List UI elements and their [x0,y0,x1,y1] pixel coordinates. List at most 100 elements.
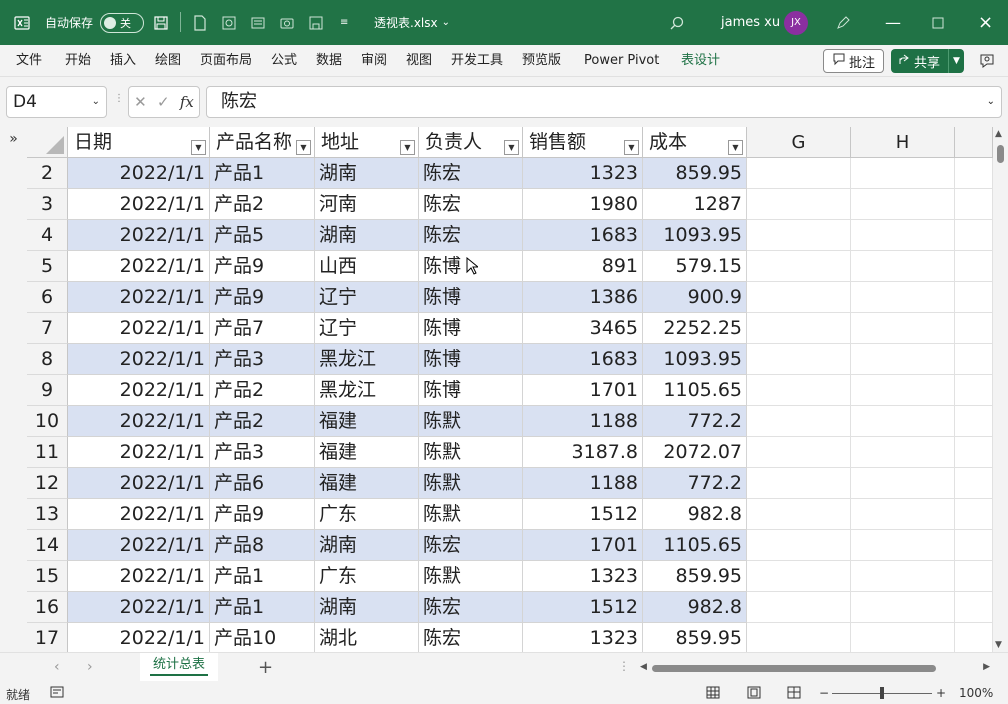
scroll-up-icon[interactable]: ▲ [995,129,1002,139]
empty-cell[interactable] [747,561,851,592]
save-icon[interactable] [153,0,169,45]
empty-cell[interactable] [851,158,955,189]
table-cell[interactable]: 产品1 [210,158,315,189]
column-header-letter[interactable] [955,127,993,158]
more-icon[interactable]: ⋮ [618,659,630,673]
table-cell[interactable]: 产品1 [210,561,315,592]
column-header[interactable]: 负责人 ▼ [419,127,523,158]
empty-cell[interactable] [955,530,993,561]
page-break-view-icon[interactable] [787,686,801,702]
row-header[interactable]: 16 [27,592,68,623]
table-cell[interactable]: 772.2 [643,406,747,437]
next-sheet-icon[interactable]: › [87,659,93,675]
empty-cell[interactable] [955,220,993,251]
autosave-toggle[interactable]: 关 [100,0,144,45]
tab-home[interactable]: 开始 [65,45,91,77]
account-button[interactable]: JX [784,0,808,45]
table-cell[interactable]: 2022/1/1 [68,189,210,220]
zoom-slider[interactable] [832,687,932,699]
table-cell[interactable]: 陈默 [419,561,523,592]
empty-cell[interactable] [747,375,851,406]
row-header[interactable]: 2 [27,158,68,189]
table-cell[interactable]: 1105.65 [643,530,747,561]
tab-preview[interactable]: 预览版 [522,45,561,77]
scroll-down-icon[interactable]: ▼ [995,640,1002,650]
minimize-icon[interactable]: — [885,0,901,45]
normal-view-icon[interactable] [706,686,720,702]
table-cell[interactable]: 陈博 [419,375,523,406]
empty-cell[interactable] [747,282,851,313]
scroll-right-icon[interactable]: ▶ [983,662,990,672]
save-as-icon[interactable] [308,0,324,45]
empty-cell[interactable] [851,406,955,437]
filter-dropdown-icon[interactable]: ▼ [296,140,311,155]
table-cell[interactable]: 陈博 [419,282,523,313]
empty-cell[interactable] [851,437,955,468]
table-cell[interactable]: 广东 [315,499,419,530]
insert-function-icon[interactable]: fx [180,93,194,111]
close-icon[interactable]: × [978,0,993,45]
table-cell[interactable]: 陈博 [419,313,523,344]
table-cell[interactable]: 2022/1/1 [68,592,210,623]
table-cell[interactable]: 产品3 [210,344,315,375]
row-header[interactable]: 13 [27,499,68,530]
table-cell[interactable]: 3465 [523,313,643,344]
empty-cell[interactable] [955,375,993,406]
table-cell[interactable]: 陈宏 [419,530,523,561]
add-sheet-icon[interactable]: + [258,657,273,678]
prev-sheet-icon[interactable]: ‹ [54,659,60,675]
table-cell[interactable]: 2022/1/1 [68,251,210,282]
table-cell[interactable]: 产品10 [210,623,315,654]
column-header-letter[interactable]: G [747,127,851,158]
table-cell[interactable]: 产品3 [210,437,315,468]
table-cell[interactable]: 陈默 [419,437,523,468]
tab-review[interactable]: 审阅 [361,45,387,77]
table-cell[interactable]: 河南 [315,189,419,220]
select-all-button[interactable] [27,127,68,158]
table-cell[interactable]: 1093.95 [643,220,747,251]
empty-cell[interactable] [955,313,993,344]
chevron-down-icon[interactable]: ▼ [948,49,964,73]
empty-cell[interactable] [851,499,955,530]
table-cell[interactable]: 1701 [523,375,643,406]
accessibility-icon[interactable] [50,686,64,701]
filter-dropdown-icon[interactable]: ▼ [624,140,639,155]
row-header[interactable]: 17 [27,623,68,654]
pen-icon[interactable] [835,0,851,45]
tab-developer[interactable]: 开发工具 [451,45,503,77]
column-header[interactable]: 产品名称 ▼ [210,127,315,158]
table-cell[interactable]: 产品1 [210,592,315,623]
empty-cell[interactable] [851,468,955,499]
zoom-in-icon[interactable]: + [936,686,946,700]
formula-input[interactable]: 陈宏 ⌄ [206,86,1002,118]
table-cell[interactable]: 859.95 [643,623,747,654]
empty-cell[interactable] [851,189,955,220]
empty-cell[interactable] [747,189,851,220]
table-cell[interactable]: 湖南 [315,158,419,189]
table-cell[interactable]: 1093.95 [643,344,747,375]
table-cell[interactable]: 2022/1/1 [68,282,210,313]
empty-cell[interactable] [851,530,955,561]
column-header-letter[interactable]: H [851,127,955,158]
form-icon[interactable] [250,0,266,45]
column-header[interactable]: 日期 ▼ [68,127,210,158]
empty-cell[interactable] [747,530,851,561]
table-cell[interactable]: 1683 [523,344,643,375]
table-cell[interactable]: 产品7 [210,313,315,344]
vertical-scrollbar[interactable]: ▲ ▼ [993,127,1008,652]
table-cell[interactable]: 2022/1/1 [68,158,210,189]
tab-insert[interactable]: 插入 [110,45,136,77]
empty-cell[interactable] [955,406,993,437]
table-cell[interactable]: 福建 [315,468,419,499]
table-cell[interactable]: 2022/1/1 [68,623,210,654]
table-cell[interactable]: 产品2 [210,406,315,437]
empty-cell[interactable] [955,251,993,282]
tab-formulas[interactable]: 公式 [271,45,297,77]
filter-dropdown-icon[interactable]: ▼ [728,140,743,155]
row-header[interactable]: 11 [27,437,68,468]
table-cell[interactable]: 2022/1/1 [68,530,210,561]
empty-cell[interactable] [851,282,955,313]
row-header[interactable]: 5 [27,251,68,282]
comments-button[interactable]: 批注 [823,49,884,73]
table-cell[interactable]: 辽宁 [315,313,419,344]
